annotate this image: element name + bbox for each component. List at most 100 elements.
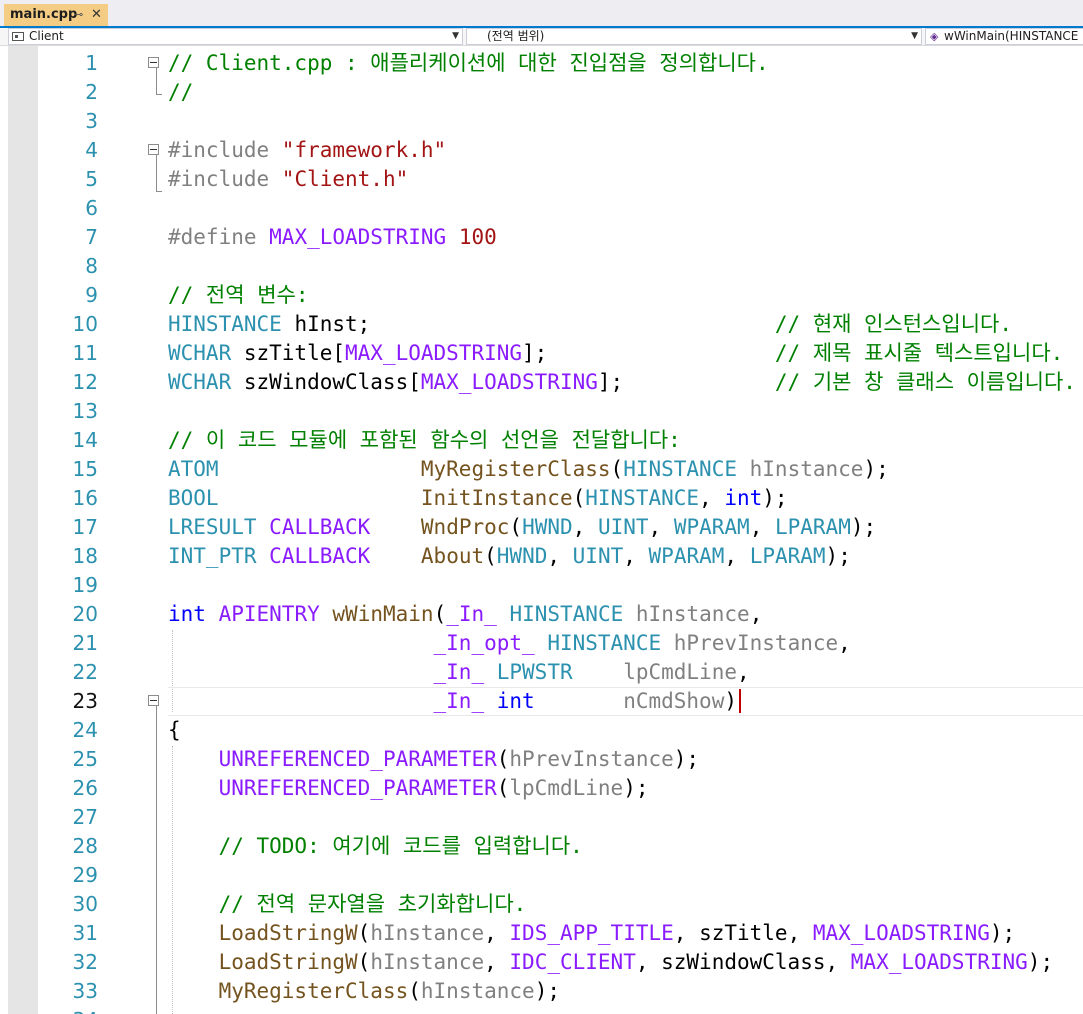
code-token-text: szWindowClass[	[231, 370, 421, 394]
code-line[interactable]: // 전역 변수:	[168, 281, 309, 310]
line-number: 13	[72, 399, 98, 423]
code-token-type: LRESULT	[168, 515, 257, 539]
code-token-param: hPrevInstance	[673, 631, 839, 655]
indicator-margin	[8, 46, 38, 1014]
code-token-type: HINSTANCE	[509, 602, 624, 626]
code-line[interactable]: _In_ int nCmdShow)	[168, 687, 738, 716]
code-token-text: (	[610, 457, 624, 481]
code-line[interactable]: WCHAR szTitle[MAX_LOADSTRING]; // 제목 표시줄…	[168, 339, 1063, 368]
code-line[interactable]: UNREFERENCED_PARAMETER(lpCmdLine);	[168, 774, 649, 803]
chevron-down-icon: ▼	[911, 31, 918, 41]
code-token-macro: _In_opt_	[433, 631, 535, 655]
code-line[interactable]: INT_PTR CALLBACK About(HWND, UINT, WPARA…	[168, 542, 851, 571]
code-token-func: WndProc	[420, 515, 510, 539]
project-dropdown[interactable]: Client ▼	[8, 28, 463, 45]
code-token-macro: _In_	[433, 660, 485, 684]
code-token-text: );	[863, 457, 889, 481]
code-token-number: 100	[458, 225, 497, 249]
line-number: 22	[72, 660, 98, 684]
code-line[interactable]: LoadStringW(hInstance, IDS_APP_TITLE, sz…	[168, 919, 1016, 948]
code-line[interactable]: // TODO: 여기에 코드를 입력합니다.	[168, 832, 583, 861]
code-token-type: WPARAM	[673, 515, 750, 539]
code-token-type: HINSTANCE	[585, 486, 700, 510]
line-number: 20	[72, 602, 98, 626]
line-number: 11	[72, 341, 98, 365]
code-token-macro: IDS_APP_TITLE	[509, 921, 674, 945]
project-icon	[12, 32, 24, 41]
fold-guide-end	[156, 94, 162, 95]
line-number: 16	[72, 486, 98, 510]
code-token-type: HWND	[522, 515, 573, 539]
code-token-param: hInstance	[370, 950, 485, 974]
code-line[interactable]: BOOL InitInstance(HINSTANCE, int);	[168, 484, 788, 513]
code-token-text: (	[357, 950, 371, 974]
scope-dropdown[interactable]: (전역 범위) ▼	[466, 28, 922, 45]
code-token-type: UINT	[572, 544, 624, 568]
fold-guide	[156, 68, 157, 94]
line-number: 3	[85, 109, 98, 133]
close-icon[interactable]: ✕	[91, 4, 102, 26]
code-line[interactable]: // Client.cpp : 애플리케이션에 대한 진입점을 정의합니다.	[168, 49, 769, 78]
code-line[interactable]: //	[168, 78, 193, 107]
code-line[interactable]: #include "Client.h"	[168, 165, 408, 194]
code-token-comment: // 전역 문자열을 초기화합니다.	[218, 892, 527, 916]
code-token-func: InitInstance	[420, 486, 573, 510]
code-line[interactable]: _In_ LPWSTR lpCmdLine,	[168, 658, 750, 687]
code-token-keyword: int	[724, 486, 763, 510]
code-token-comment: // 현재 인스턴스입니다.	[774, 312, 1012, 336]
pin-icon[interactable]: ⊸	[74, 4, 83, 26]
code-line[interactable]: WCHAR szWindowClass[MAX_LOADSTRING]; // …	[168, 368, 1076, 397]
collapse-icon[interactable]	[148, 57, 159, 68]
collapse-icon[interactable]	[148, 695, 159, 706]
fold-guide-end	[156, 191, 162, 192]
code-line[interactable]: LRESULT CALLBACK WndProc(HWND, UINT, WPA…	[168, 513, 876, 542]
code-line[interactable]: int APIENTRY wWinMain(_In_ HINSTANCE hIn…	[168, 600, 762, 629]
code-line[interactable]: MyRegisterClass(hInstance);	[168, 977, 560, 1006]
code-token-string: "framework.h"	[281, 138, 447, 162]
line-number: 7	[85, 225, 98, 249]
code-line[interactable]: #include "framework.h"	[168, 136, 446, 165]
code-token-text: (	[509, 515, 523, 539]
code-line[interactable]: LoadStringW(hInstance, IDC_CLIENT, szWin…	[168, 948, 1054, 977]
code-line[interactable]: _In_opt_ HINSTANCE hPrevInstance,	[168, 629, 851, 658]
code-editor[interactable]: 1 // Client.cpp : 애플리케이션에 대한 진입점을 정의합니다. 2…	[0, 46, 1083, 1014]
code-token-type: HINSTANCE	[168, 312, 282, 336]
function-dropdown[interactable]: ◈ wWinMain(HINSTANCE h	[925, 28, 1083, 45]
code-token-text: ,	[623, 544, 649, 568]
code-token-pre: #define	[168, 225, 270, 249]
code-token-pre: #include	[168, 138, 282, 162]
code-line[interactable]: {	[168, 716, 181, 745]
line-number: 23	[72, 689, 98, 713]
code-token-text: ,	[484, 921, 510, 945]
code-token-comment: // Client.cpp : 애플리케이션에 대한 진입점을 정의합니다.	[168, 51, 769, 75]
function-dropdown-value: wWinMain(HINSTANCE h	[944, 29, 1083, 43]
code-line[interactable]: HINSTANCE hInst; // 현재 인스턴스입니다.	[168, 310, 1012, 339]
code-line[interactable]: #define MAX_LOADSTRING 100	[168, 223, 497, 252]
code-token-macro: APIENTRY	[218, 602, 320, 626]
code-line[interactable]: // 전역 문자열을 초기화합니다.	[168, 890, 527, 919]
code-token-macro: UNREFERENCED_PARAMETER	[218, 747, 497, 771]
code-line[interactable]: UNREFERENCED_PARAMETER(hPrevInstance);	[168, 745, 699, 774]
code-token-text: ,	[484, 950, 510, 974]
code-token-text: );	[673, 747, 700, 771]
collapse-icon[interactable]	[148, 144, 159, 155]
code-token-comment: // 제목 표시줄 텍스트입니다.	[774, 341, 1064, 365]
line-number: 26	[72, 776, 98, 800]
line-number: 15	[72, 457, 98, 481]
code-token-macro: _In_	[433, 689, 485, 713]
line-number: 24	[72, 718, 98, 742]
tab-main-cpp[interactable]: main.cpp ⊸ ✕	[4, 4, 108, 26]
navigation-bar: Client ▼ (전역 범위) ▼ ◈ wWinMain(HINSTANCE …	[0, 28, 1083, 46]
code-line[interactable]: ATOM MyRegisterClass(HINSTANCE hInstance…	[168, 455, 889, 484]
code-token-text: ,	[736, 660, 750, 684]
code-line[interactable]: // 이 코드 모듈에 포함된 함수의 선언을 전달합니다:	[168, 426, 681, 455]
code-token-keyword: int	[496, 689, 535, 713]
